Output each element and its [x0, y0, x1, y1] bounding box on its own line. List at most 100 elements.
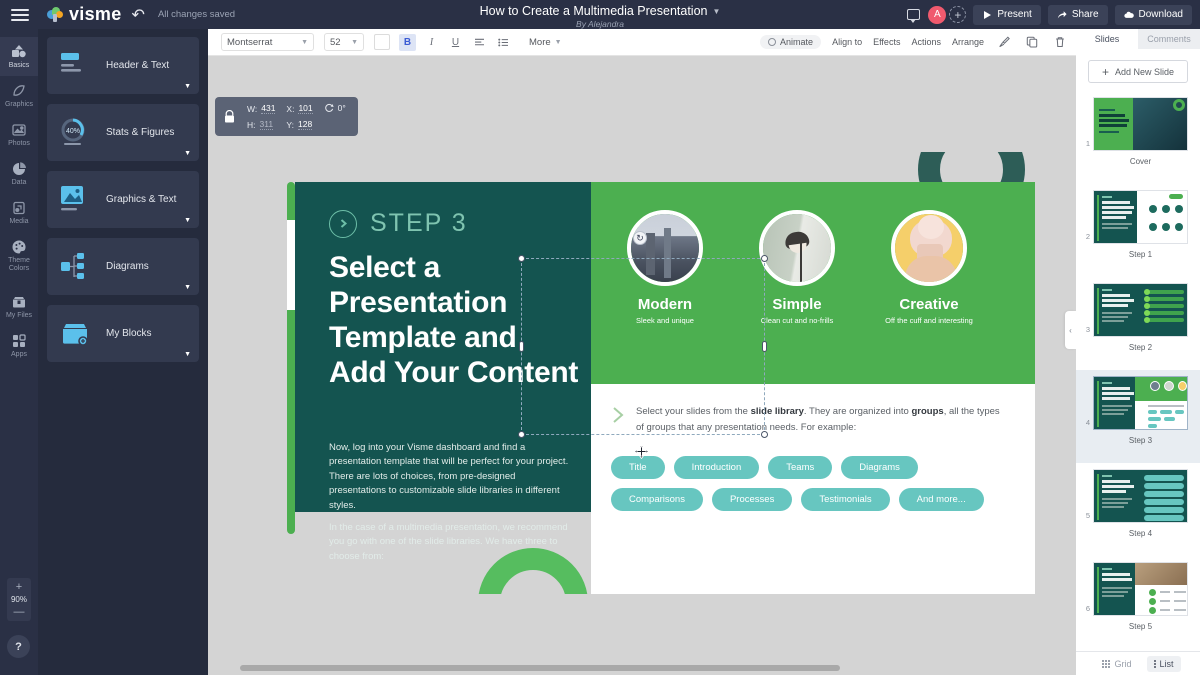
slide-list-item-5[interactable]: 5 S — [1076, 463, 1200, 556]
tab-slides[interactable]: Slides — [1076, 29, 1138, 49]
tag-processes[interactable]: Processes — [712, 488, 792, 511]
slide-thumbnail-list[interactable]: 1 Cover 2 — [1076, 91, 1200, 655]
rotate-handle-badge[interactable]: ↻ — [633, 231, 647, 245]
slide-list-item-6[interactable]: 6 — [1076, 556, 1200, 649]
undo-icon[interactable]: ↶ — [132, 5, 145, 25]
group-tags: Title Introduction Teams Diagrams Compar… — [611, 456, 1011, 511]
rotation-group[interactable]: 0° — [324, 103, 346, 113]
trash-icon[interactable] — [1051, 34, 1068, 51]
hamburger-menu-icon[interactable] — [11, 6, 29, 24]
arrange-button[interactable]: Arrange — [952, 37, 984, 47]
duplicate-icon[interactable] — [1023, 34, 1040, 51]
animate-button[interactable]: Animate — [760, 35, 821, 49]
width-value[interactable]: 431 — [261, 103, 275, 114]
slide-thumbnail-selected[interactable] — [1093, 376, 1188, 430]
canvas-scroll-region[interactable]: W:431 H:311 X:101 Y:128 0° — [208, 56, 1076, 675]
resize-handle-left[interactable] — [519, 341, 524, 352]
slide-thumbnail[interactable] — [1093, 97, 1188, 151]
block-graphics-text[interactable]: Graphics & Text ▼ — [47, 171, 199, 228]
slides-panel: Slides Comments + Add New Slide 1 — [1076, 29, 1200, 675]
tag-comparisons[interactable]: Comparisons — [611, 488, 703, 511]
bullet-list-icon[interactable] — [495, 34, 512, 51]
chevron-down-icon[interactable]: ▼ — [184, 83, 191, 90]
slide-list-item-2[interactable]: 2 — [1076, 184, 1200, 277]
slide-list-item-4[interactable]: 4 — [1076, 370, 1200, 463]
brush-icon[interactable] — [995, 34, 1012, 51]
block-diagrams[interactable]: Diagrams ▼ — [47, 238, 199, 295]
grid-view-button[interactable]: Grid — [1095, 656, 1138, 672]
text-color-swatch[interactable] — [374, 34, 390, 50]
actions-button[interactable]: Actions — [911, 37, 941, 47]
italic-button[interactable]: I — [423, 34, 440, 51]
slide-body-paragraph-2[interactable]: In the case of a multimedia presentation… — [329, 521, 569, 564]
slide-thumbnail[interactable] — [1093, 562, 1188, 616]
slide-list-item-1[interactable]: 1 Cover — [1076, 91, 1200, 184]
zoom-in-button[interactable]: + — [7, 581, 31, 593]
slide-thumbnail[interactable] — [1093, 190, 1188, 244]
sidebar-item-graphics[interactable]: Graphics — [0, 76, 38, 115]
height-value[interactable]: 311 — [260, 119, 274, 130]
add-collaborator-icon[interactable]: + — [949, 6, 966, 23]
collapse-slides-panel-button[interactable]: ‹ — [1065, 311, 1076, 349]
list-view-button[interactable]: List — [1147, 656, 1181, 672]
font-size-select[interactable]: 52▼ — [324, 33, 364, 51]
block-my-blocks[interactable]: My Blocks ▼ — [47, 305, 199, 362]
share-button[interactable]: Share — [1048, 5, 1108, 25]
slide-body-paragraph-1[interactable]: Now, log into your Visme dashboard and f… — [329, 441, 569, 513]
y-value[interactable]: 128 — [298, 119, 312, 130]
resize-handle-right[interactable] — [762, 341, 767, 352]
sidebar-item-media[interactable]: Media — [0, 193, 38, 232]
horizontal-scrollbar[interactable] — [240, 665, 840, 671]
align-left-icon[interactable] — [471, 34, 488, 51]
effects-button[interactable]: Effects — [873, 37, 900, 47]
font-family-select[interactable]: Montserrat▼ — [221, 33, 314, 51]
template-card-creative[interactable]: Creative Off the cuff and interesting — [863, 210, 995, 325]
x-value[interactable]: 101 — [298, 103, 312, 114]
chevron-down-icon[interactable]: ▼ — [712, 7, 720, 16]
lock-icon[interactable] — [223, 109, 236, 125]
resize-handle-bottom-left[interactable] — [518, 431, 525, 438]
chevron-down-icon[interactable]: ▼ — [184, 351, 191, 358]
present-button[interactable]: Present — [973, 5, 1040, 25]
chevron-down-icon: ▼ — [301, 39, 308, 46]
resize-handle-bottom-right[interactable] — [761, 431, 768, 438]
sidebar-item-photos[interactable]: Photos — [0, 115, 38, 154]
tag-testimonials[interactable]: Testimonials — [801, 488, 889, 511]
slide-list-item-3[interactable]: 3 — [1076, 277, 1200, 370]
avatar[interactable]: A — [928, 6, 946, 24]
slide-thumbnail[interactable] — [1093, 283, 1188, 337]
block-stats-figures[interactable]: 40% Stats & Figures ▼ — [47, 104, 199, 161]
resize-handle-top-left[interactable] — [518, 255, 525, 262]
sidebar-item-theme-colors[interactable]: Theme Colors — [0, 232, 38, 279]
presentation-title-row[interactable]: How to Create a Multimedia Presentation … — [480, 4, 721, 18]
add-new-slide-button[interactable]: + Add New Slide — [1088, 60, 1188, 83]
tag-teams[interactable]: Teams — [768, 456, 832, 479]
selection-bounding-box[interactable] — [521, 258, 765, 435]
download-button[interactable]: Download — [1115, 5, 1192, 25]
tag-introduction[interactable]: Introduction — [674, 456, 760, 479]
bold-button[interactable]: B — [399, 34, 416, 51]
tag-diagrams[interactable]: Diagrams — [841, 456, 918, 479]
chevron-down-icon[interactable]: ▼ — [184, 150, 191, 157]
visme-logo[interactable]: visme — [47, 4, 122, 25]
tab-comments[interactable]: Comments — [1138, 29, 1200, 49]
align-to-button[interactable]: Align to — [832, 37, 862, 47]
sidebar-item-basics[interactable]: Basics — [0, 37, 38, 76]
sidebar-item-data[interactable]: Data — [0, 154, 38, 193]
resize-handle-top-right[interactable] — [761, 255, 768, 262]
header-text-block-icon — [59, 49, 92, 82]
chevron-down-icon[interactable]: ▼ — [184, 217, 191, 224]
tag-title[interactable]: Title — [611, 456, 665, 479]
slide-thumbnail[interactable] — [1093, 469, 1188, 523]
sidebar-item-apps[interactable]: Apps — [0, 326, 38, 365]
chevron-down-icon[interactable]: ▼ — [184, 284, 191, 291]
sidebar-item-my-files[interactable]: My Files — [0, 287, 38, 326]
zoom-out-button[interactable]: — — [7, 606, 31, 618]
tag-and-more[interactable]: And more... — [899, 488, 984, 511]
add-new-slide-label: Add New Slide — [1115, 67, 1174, 77]
help-button[interactable]: ? — [7, 635, 30, 658]
comment-icon[interactable] — [905, 7, 921, 23]
underline-button[interactable]: U — [447, 34, 464, 51]
block-header-text[interactable]: Header & Text ▼ — [47, 37, 199, 94]
more-options-button[interactable]: More▼ — [529, 37, 562, 48]
